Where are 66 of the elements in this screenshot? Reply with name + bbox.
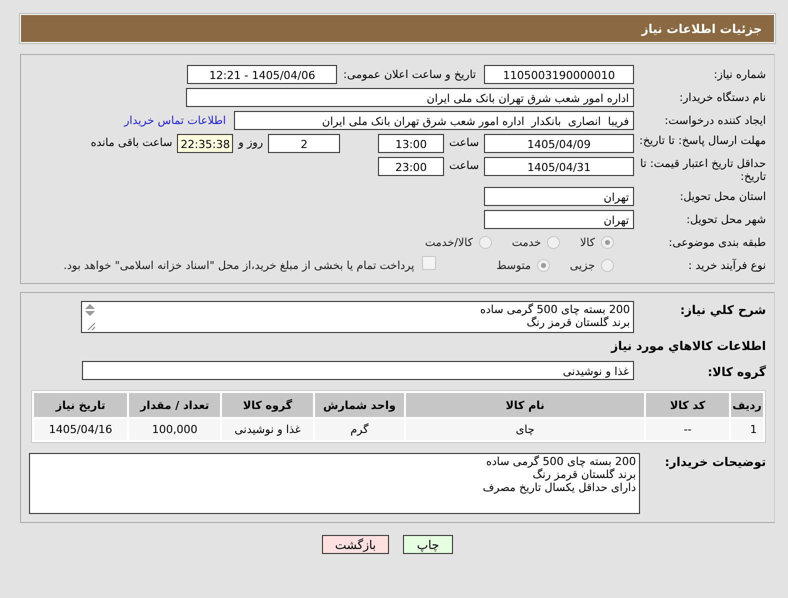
radio-label: کالا — [580, 236, 595, 249]
field-label: شهر محل تحویل: — [685, 213, 767, 226]
table-cell: 100,000 — [129, 419, 220, 440]
column-header: گروه کالا — [222, 393, 313, 417]
field-label: ساعت — [449, 136, 479, 149]
field-label: طبقه بندی موضوعی: — [668, 236, 767, 249]
table-cell: چای — [406, 419, 644, 440]
action-button[interactable]: چاپ — [403, 535, 453, 554]
field-label: مهلت ارسال پاسخ: تا تاریخ: — [638, 134, 767, 147]
description-text: 200 بسته چای 500 گرمی ساده برند گلستان قرمز رنگ — [479, 302, 631, 330]
description-text-area[interactable]: 200 بسته چای 500 گرمی ساده برند گلستان قرمز رنگ — [81, 301, 634, 333]
scroll-arrows-icon[interactable] — [84, 303, 96, 331]
field-label: ساعت باقی مانده — [90, 136, 172, 149]
input-field[interactable]: 2 — [268, 134, 340, 153]
input-field[interactable]: اداره امور شعب شرق تهران بانک ملی ایران — [186, 88, 634, 107]
input-field[interactable]: فریبا انصاری بانکدار اداره امور شعب شرق تهران بانک ملی ایران — [234, 111, 634, 130]
field-label: روز و — [238, 136, 264, 149]
input-field[interactable]: تهران — [484, 210, 634, 229]
field-label: گروه کالا: — [706, 364, 767, 378]
field-label: نام دستگاه خریدار: — [678, 91, 767, 104]
input-field[interactable]: 1405/04/31 — [484, 157, 634, 176]
field-label: توضیحات خریدار: — [664, 454, 767, 469]
checkbox[interactable] — [422, 256, 436, 270]
table-cell: 1405/04/16 — [34, 419, 128, 440]
contact-link[interactable]: اطلاعات تماس خریدار — [124, 114, 226, 127]
table-cell: 1 — [731, 419, 763, 440]
radio-button[interactable] — [478, 236, 492, 249]
page-title: جزئیات اطلاعات نیاز — [641, 22, 762, 36]
field-label: حداقل تاریخ اعتبار قیمت: تا تاریخ: — [639, 157, 767, 183]
field-label: شماره نیاز: — [712, 68, 767, 81]
field-label: ساعت — [449, 159, 479, 172]
notes-text-area[interactable]: 200 بسته چای 500 گرمی ساده برند گلستان قرمز رنگ دارای حداقل یکسال تاریخ مصرف — [29, 453, 640, 514]
column-header: نام کالا — [406, 393, 644, 417]
column-header: کد کالا — [646, 393, 730, 417]
input-field[interactable]: 1405/04/09 — [484, 134, 634, 153]
section-heading: اطلاعات کالاهاي مورد نياز — [610, 339, 767, 353]
radio-label: جزیی — [570, 259, 595, 272]
field-label: استان محل تحویل: — [678, 190, 767, 203]
table-cell: گرم — [314, 419, 404, 440]
field-label: نوع فرآیند خرید : — [687, 259, 767, 272]
radio-label: کالا/خدمت — [425, 236, 473, 249]
input-field[interactable]: 23:00 — [378, 157, 444, 176]
column-header: واحد شمارش — [314, 393, 404, 417]
field-label: ایجاد کننده درخواست: — [664, 114, 767, 127]
column-header: ردیف — [731, 393, 763, 417]
radio-label: خدمت — [512, 236, 542, 249]
radio-button[interactable] — [547, 236, 560, 249]
action-button[interactable]: بازگشت — [322, 535, 389, 554]
checkbox-label: پرداخت تمام یا بخشی از مبلغ خرید،از محل "اسناد خزانه اسلامی" خواهد بود. — [64, 259, 414, 272]
input-field[interactable]: 13:00 — [378, 134, 444, 153]
radio-button[interactable] — [601, 236, 614, 249]
remaining-time-field: 22:35:38 — [177, 134, 234, 153]
radio-button[interactable] — [536, 259, 550, 272]
table-cell: -- — [646, 419, 730, 440]
radio-label: متوسط — [496, 259, 531, 272]
input-field[interactable]: تهران — [484, 187, 634, 206]
column-header: تعداد / مقدار — [129, 393, 220, 417]
field-label: تاریخ و ساعت اعلان عمومی: — [343, 68, 476, 81]
column-header: تاریخ نیاز — [34, 393, 128, 417]
radio-button[interactable] — [601, 259, 614, 272]
notes-text: 200 بسته چای 500 گرمی ساده برند گلستان قرمز رنگ دارای حداقل یکسال تاریخ مصرف — [482, 454, 637, 495]
input-field[interactable]: 1105003190000010 — [484, 65, 634, 84]
field-label: شرح کلي نياز: — [679, 302, 767, 317]
table-cell: غذا و نوشیدنی — [222, 419, 313, 440]
input-field[interactable]: غذا و نوشیدنی — [82, 361, 634, 380]
input-field[interactable]: 1405/04/06 - 12:21 — [187, 65, 338, 84]
